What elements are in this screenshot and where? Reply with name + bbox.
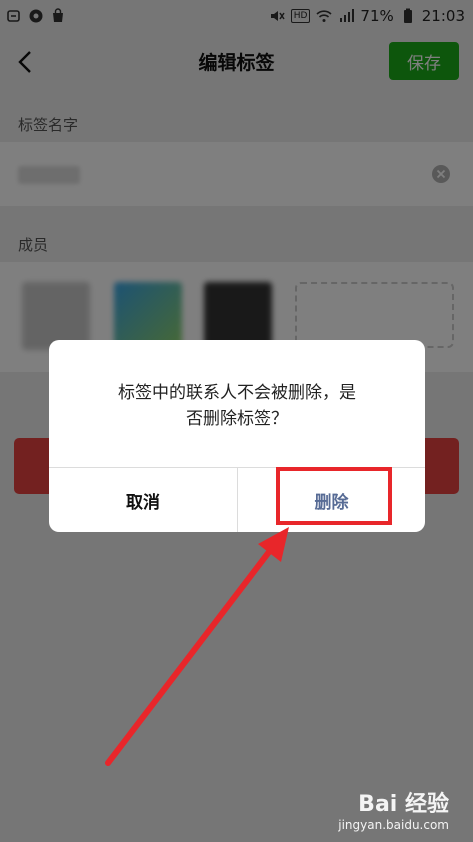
- dialog-message-line: 否删除标签？: [186, 409, 288, 429]
- watermark-brand: Bai 经验: [358, 792, 449, 817]
- dialog-message: 标签中的联系人不会被删除，是 否删除标签？: [89, 380, 385, 432]
- dialog-message-line: 标签中的联系人不会被删除，是: [118, 383, 356, 403]
- annotation-highlight-box: [276, 467, 392, 525]
- watermark: Bai 经验 jingyan.baidu.com: [338, 786, 449, 832]
- watermark-url: jingyan.baidu.com: [338, 818, 449, 832]
- cancel-button[interactable]: 取消: [49, 468, 237, 532]
